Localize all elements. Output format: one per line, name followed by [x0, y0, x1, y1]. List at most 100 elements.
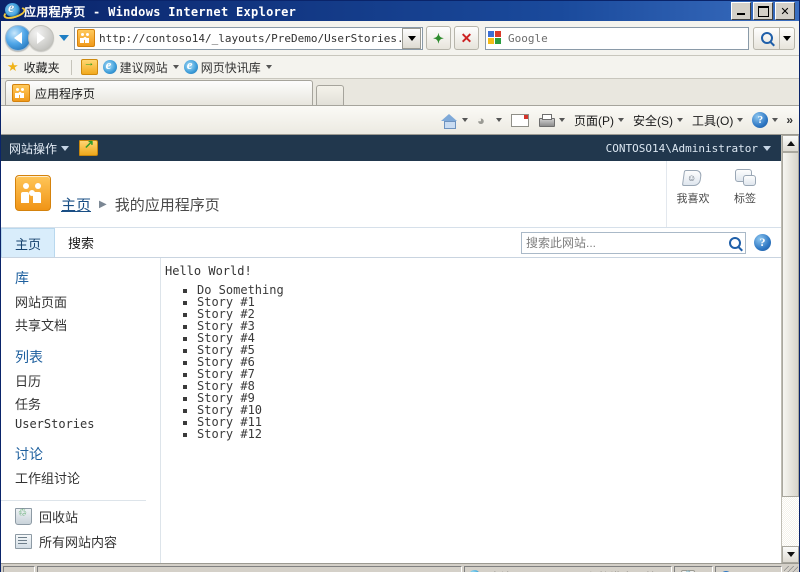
- list-item: Story #1: [197, 296, 781, 308]
- security-zone-cell[interactable]: 本地 Intranet | 保护模式: 禁用: [464, 566, 672, 572]
- refresh-button[interactable]: ✦: [426, 26, 451, 50]
- browser-search-go-button[interactable]: [753, 26, 780, 50]
- sidebar-item-userstories[interactable]: UserStories: [15, 417, 160, 431]
- minimize-button[interactable]: [731, 2, 751, 20]
- maximize-button[interactable]: [753, 2, 773, 20]
- breadcrumb-home-link[interactable]: 主页: [61, 194, 91, 215]
- scroll-up-button[interactable]: [782, 135, 799, 152]
- welcome-menu[interactable]: CONTOSO14\Administrator: [606, 142, 771, 155]
- search-icon[interactable]: [729, 236, 741, 249]
- favorites-item-label: 网页快讯库: [200, 60, 261, 75]
- site-search-box[interactable]: 搜索此网站...: [521, 231, 746, 254]
- quick-launch-heading[interactable]: 讨论: [15, 444, 160, 464]
- page-menu[interactable]: 页面(P): [571, 110, 627, 131]
- site-actions-menu[interactable]: 网站操作: [9, 140, 70, 157]
- add-to-favorites-bar-icon[interactable]: [80, 57, 98, 75]
- favorites-item-suggested-sites[interactable]: 建议网站: [102, 57, 179, 76]
- site-search-input[interactable]: 搜索此网站...: [526, 234, 729, 251]
- browser-search-input[interactable]: Google: [508, 32, 748, 45]
- breadcrumb-current-page: 我的应用程序页: [114, 196, 220, 214]
- favorites-item-web-slice-gallery[interactable]: 网页快讯库: [183, 57, 272, 76]
- safety-menu[interactable]: 安全(S): [630, 110, 686, 131]
- like-icon: ☺: [681, 169, 704, 187]
- google-icon: [488, 30, 504, 46]
- all-site-content-icon: [15, 534, 32, 549]
- browser-search-box[interactable]: Google: [485, 26, 749, 50]
- chevron-down-icon[interactable]: [558, 118, 565, 122]
- close-button[interactable]: ✕: [775, 2, 795, 20]
- forward-button[interactable]: [28, 25, 54, 51]
- list-item: Story #9: [197, 392, 781, 404]
- chevron-down-icon[interactable]: [172, 65, 179, 69]
- help-menu[interactable]: ?: [749, 110, 781, 130]
- quick-launch-heading[interactable]: 库: [15, 268, 160, 288]
- feeds-button[interactable]: ◕: [474, 111, 505, 129]
- tools-menu[interactable]: 工具(O): [689, 110, 746, 131]
- status-message-cell: [37, 566, 463, 572]
- status-bar: 本地 Intranet | 保护模式: 禁用 100%: [1, 564, 799, 572]
- chevron-down-icon[interactable]: [495, 118, 502, 122]
- tab-search[interactable]: 搜索: [55, 228, 107, 257]
- list-item: Story #5: [197, 344, 781, 356]
- help-icon: ?: [752, 112, 769, 128]
- list-item: Story #2: [197, 308, 781, 320]
- read-mail-button[interactable]: [508, 112, 532, 129]
- favorites-label[interactable]: 收藏夹: [24, 59, 60, 76]
- tab-home-label: 主页: [15, 236, 42, 252]
- tag-icon: [734, 169, 756, 187]
- sidebar-item-all-site-content[interactable]: 所有网站内容: [15, 532, 160, 551]
- tab-home[interactable]: 主页: [1, 228, 56, 257]
- list-item: Story #11: [197, 416, 781, 428]
- chevron-down-icon[interactable]: [772, 118, 779, 122]
- list-item: Story #10: [197, 404, 781, 416]
- scrollbar-thumb[interactable]: [782, 152, 799, 497]
- address-dropdown-button[interactable]: [402, 27, 421, 49]
- quick-launch-heading[interactable]: 列表: [15, 347, 160, 367]
- scrollbar-track[interactable]: [782, 152, 799, 546]
- help-icon[interactable]: ?: [754, 234, 771, 251]
- zoom-cell[interactable]: 100%: [714, 566, 782, 572]
- chevron-down-icon[interactable]: [617, 118, 624, 122]
- user-name: CONTOSO14\Administrator: [605, 141, 758, 155]
- page-vertical-scrollbar[interactable]: [781, 135, 799, 563]
- site-actions-label: 网站操作: [9, 141, 58, 156]
- site-logo-icon[interactable]: [15, 175, 51, 211]
- breadcrumb-separator-icon: ▶: [99, 198, 107, 210]
- new-tab-button[interactable]: [316, 85, 344, 105]
- tags-and-notes-button[interactable]: 标签: [719, 161, 771, 206]
- search-provider-dropdown[interactable]: [780, 26, 795, 50]
- resize-grip[interactable]: [784, 566, 798, 572]
- stop-button[interactable]: ✕: [454, 26, 479, 50]
- command-bar-overflow-button[interactable]: »: [784, 113, 793, 127]
- sharepoint-icon: [12, 84, 30, 102]
- sidebar-item-tasks[interactable]: 任务: [15, 394, 160, 413]
- list-item: Story #4: [197, 332, 781, 344]
- chevron-down-icon[interactable]: [265, 65, 272, 69]
- sidebar-item-recycle-bin[interactable]: 回收站: [15, 507, 160, 526]
- chevron-down-icon[interactable]: [676, 118, 683, 122]
- chevron-down-icon[interactable]: [461, 118, 468, 122]
- sidebar-item-team-discussion[interactable]: 工作组讨论: [15, 468, 160, 487]
- home-button[interactable]: [438, 111, 471, 130]
- print-button[interactable]: [535, 112, 568, 129]
- i-like-it-button[interactable]: ☺ 我喜欢: [667, 161, 719, 206]
- ie-icon: [102, 57, 117, 74]
- site-search-area: 搜索此网站... ?: [521, 228, 781, 257]
- recycle-bin-icon: [15, 508, 32, 525]
- rss-icon: ◕: [476, 113, 485, 128]
- address-bar[interactable]: http://contoso14/_layouts/PreDemo/UserSt…: [74, 26, 423, 50]
- list-item: Story #6: [197, 356, 781, 368]
- chevron-down-icon[interactable]: [737, 118, 744, 122]
- scroll-down-button[interactable]: [782, 546, 799, 563]
- list-item: Do Something: [197, 284, 781, 296]
- tab-application-page[interactable]: 应用程序页: [5, 80, 313, 105]
- sidebar-item-site-pages[interactable]: 网站页面: [15, 292, 160, 311]
- sidebar-item-calendar[interactable]: 日历: [15, 371, 160, 390]
- recent-pages-chevron-icon[interactable]: [59, 35, 69, 41]
- i-like-it-label: 我喜欢: [676, 193, 710, 205]
- sidebar-item-shared-documents[interactable]: 共享文档: [15, 315, 160, 334]
- navigate-up-icon[interactable]: [79, 137, 99, 156]
- favorites-star-icon[interactable]: ★: [7, 59, 19, 75]
- privacy-cell[interactable]: [673, 566, 713, 572]
- internet-explorer-window: 应用程序页 - Windows Internet Explorer ✕ http…: [0, 0, 800, 572]
